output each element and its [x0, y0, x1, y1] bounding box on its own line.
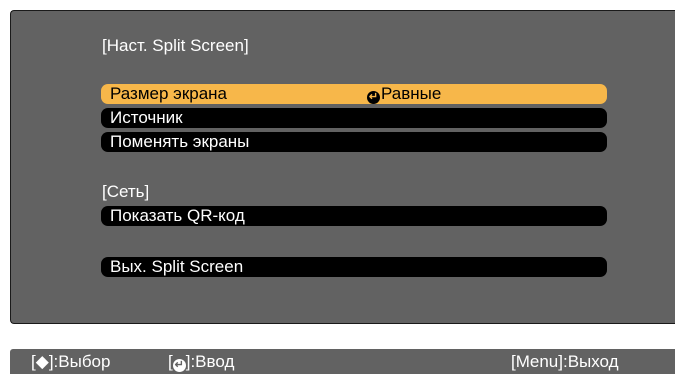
screen-size-value: Равные: [381, 84, 442, 103]
menu-item-value: ↵ Равные: [367, 84, 441, 104]
menu-item-label: Поменять экраны: [110, 132, 250, 151]
split-screen-settings-panel: [Наст. Split Screen] Размер экрана ↵ Равн…: [10, 10, 675, 324]
network-section-title: [Сеть]: [102, 182, 150, 201]
menu-item-show-qr-code[interactable]: Показать QR-код: [101, 206, 607, 226]
footer-hint-bar: [◆]:Выбор [↵]:Ввод [Menu]:Выход: [10, 349, 675, 374]
select-hint: [◆]:Выбор: [31, 352, 111, 371]
menu-item-label: Размер экрана: [110, 84, 228, 103]
menu-item-label: Показать QR-код: [110, 206, 245, 225]
menu-item-swap-screens[interactable]: Поменять экраны: [101, 132, 607, 152]
menu-item-label: Источник: [110, 108, 183, 127]
up-down-arrow-icon: ◆: [35, 352, 49, 371]
menu-item-exit-split-screen[interactable]: Вых. Split Screen: [101, 257, 607, 277]
enter-icon: ↵: [367, 91, 380, 104]
menu-item-screen-size[interactable]: Размер экрана ↵ Равные: [101, 84, 607, 104]
enter-icon: ↵: [172, 359, 186, 372]
projector-osd-screen: [Наст. Split Screen] Размер экрана ↵ Равн…: [0, 0, 675, 374]
enter-hint: [↵]:Ввод: [168, 352, 235, 372]
menu-title: [Наст. Split Screen]: [102, 36, 249, 55]
exit-hint: [Menu]:Выход: [511, 352, 619, 371]
menu-item-source[interactable]: Источник: [101, 108, 607, 128]
menu-item-label: Вых. Split Screen: [110, 257, 244, 276]
